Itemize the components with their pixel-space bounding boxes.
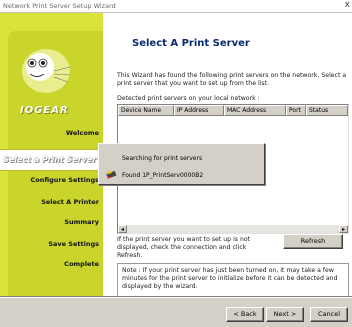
detected-label: Detected print servers on your local net…	[117, 95, 260, 102]
intro-text: This Wizard has found the following prin…	[117, 72, 347, 87]
list-header: Device Name IP Address MAC Address Port …	[118, 105, 348, 116]
found-text: Found 1P_PrintServ0000B2	[122, 172, 204, 179]
refresh-hint: If the print server you want to set up i…	[117, 236, 251, 259]
print-server-icon	[106, 170, 117, 179]
step-summary: Summary	[64, 218, 99, 226]
step-select-print-server: Select a Print Server	[0, 149, 103, 171]
wizard-footer: < Back Next > Cancel	[0, 297, 352, 327]
column-mac-address[interactable]: MAC Address	[224, 105, 286, 116]
step-select-print-server-label: Select a Print Server	[3, 155, 97, 164]
step-configure-settings: Configure Settings	[30, 176, 99, 184]
column-port[interactable]: Port	[286, 105, 306, 116]
mascot-icon	[22, 49, 71, 93]
window-title: Network Print Server Setup Wizard	[3, 2, 116, 10]
close-icon[interactable]: x	[345, 0, 350, 10]
refresh-button[interactable]: Refresh	[283, 234, 343, 249]
next-button[interactable]: Next >	[266, 307, 304, 322]
column-status[interactable]: Status	[306, 105, 348, 116]
searching-text: Searching for print servers	[122, 155, 203, 162]
wizard-sidebar: IOGEAR Welcome Select a Print Server Con…	[0, 13, 103, 306]
title-bar: Network Print Server Setup Wizard x	[0, 0, 352, 13]
scroll-left-icon[interactable]: ◂	[118, 225, 127, 233]
step-save-settings: Save Settings	[48, 240, 99, 248]
iogear-logo: IOGEAR	[20, 105, 69, 116]
cancel-button[interactable]: Cancel	[310, 307, 348, 322]
page-title: Select A Print Server	[132, 38, 250, 49]
step-complete: Complete	[64, 260, 99, 268]
step-welcome: Welcome	[65, 129, 99, 137]
column-device-name[interactable]: Device Name	[118, 105, 174, 116]
back-button[interactable]: < Back	[226, 307, 264, 322]
horizontal-scrollbar[interactable]: ◂ ▸	[118, 224, 348, 233]
step-select-a-printer: Select A Printer	[41, 198, 99, 206]
scroll-right-icon[interactable]: ▸	[339, 225, 348, 233]
column-ip-address[interactable]: IP Address	[174, 105, 224, 116]
searching-dialog: Searching for print servers Found 1P_Pri…	[98, 143, 265, 185]
